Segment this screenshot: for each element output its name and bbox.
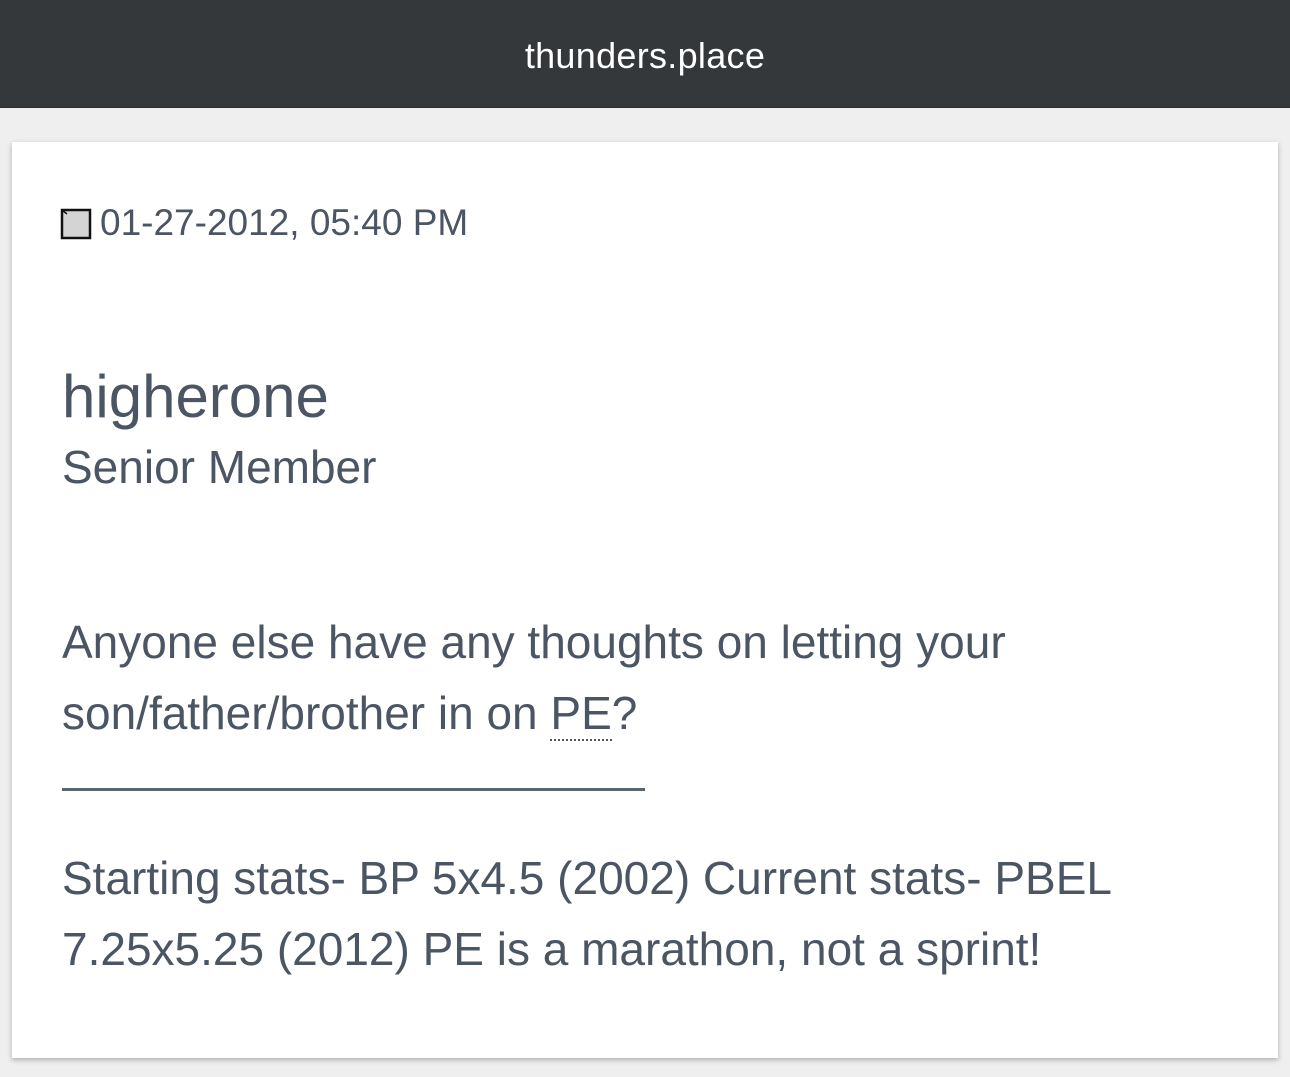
post-message-text: Anyone else have any thoughts on letting… [62,616,1006,739]
post-message: Anyone else have any thoughts on letting… [62,607,1222,749]
post-datetime: 01-27-2012, 05:40 PM [100,202,469,243]
signature-divider [62,788,645,791]
post-document-icon [60,207,92,240]
post-card: 01-27-2012, 05:40 PM higherone Senior Me… [12,142,1278,1058]
post-signature: Starting stats- BP 5x4.5 (2002) Current … [62,852,1111,975]
post-username[interactable]: higherone [62,362,329,431]
post-user-title: Senior Member [62,441,377,493]
post-meta: 01-27-2012, 05:40 PM [60,202,468,244]
site-title[interactable]: thunders.place [525,31,765,77]
top-bar: thunders.place [0,0,1290,108]
acronym-pe[interactable]: PE [550,687,612,741]
post-message-end: ? [611,687,638,739]
